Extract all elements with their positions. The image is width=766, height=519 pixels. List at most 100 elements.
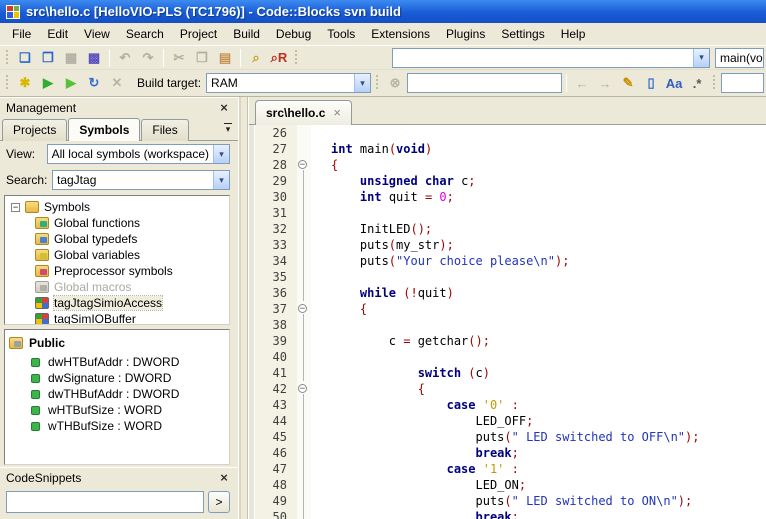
fold-margin[interactable] bbox=[297, 269, 311, 285]
code-line[interactable]: 34 puts("Your choice please\n"); bbox=[249, 253, 766, 269]
menu-tools[interactable]: Tools bbox=[319, 24, 363, 44]
code-line[interactable]: 36 while (!quit) bbox=[249, 285, 766, 301]
fold-margin[interactable] bbox=[297, 509, 311, 519]
close-icon[interactable]: × bbox=[216, 100, 232, 115]
code-text[interactable]: unsigned char c; bbox=[311, 173, 476, 189]
menu-help[interactable]: Help bbox=[553, 24, 594, 44]
fold-margin[interactable] bbox=[297, 317, 311, 333]
tree-item-global-variables[interactable]: Global variables bbox=[5, 247, 229, 263]
code-line[interactable]: 40 bbox=[249, 349, 766, 365]
chevron-down-icon[interactable]: ▾ bbox=[693, 49, 709, 67]
codesnippets-search-input[interactable] bbox=[6, 491, 204, 513]
member-item[interactable]: wHTBufSize : WORD bbox=[5, 402, 229, 418]
code-text[interactable]: puts(my_str); bbox=[311, 237, 454, 253]
code-text[interactable] bbox=[311, 269, 331, 285]
tab-symbols[interactable]: Symbols bbox=[68, 118, 140, 141]
fold-margin[interactable]: − bbox=[297, 157, 311, 173]
incremental-search-input[interactable] bbox=[407, 73, 562, 93]
toolbar-grip[interactable] bbox=[294, 50, 299, 66]
fold-margin[interactable] bbox=[297, 397, 311, 413]
replace-button[interactable]: ⌕R bbox=[268, 48, 290, 68]
code-line[interactable]: 26 bbox=[249, 125, 766, 141]
fold-margin[interactable] bbox=[297, 285, 311, 301]
paste-button[interactable]: ▤ bbox=[214, 48, 236, 68]
chevron-down-icon[interactable]: ▾ bbox=[213, 145, 229, 163]
menu-extensions[interactable]: Extensions bbox=[363, 24, 438, 44]
code-text[interactable]: switch (c) bbox=[311, 365, 490, 381]
code-line[interactable]: 43 case '0' : bbox=[249, 397, 766, 413]
code-line[interactable]: 41 switch (c) bbox=[249, 365, 766, 381]
title-bar[interactable]: src\hello.c [HelloVIO-PLS (TC1796)] - Co… bbox=[0, 0, 766, 23]
code-line[interactable]: 32 InitLED(); bbox=[249, 221, 766, 237]
member-item[interactable]: dwSignature : DWORD bbox=[5, 370, 229, 386]
match-case-button[interactable]: Aa bbox=[663, 73, 685, 93]
code-text[interactable] bbox=[311, 317, 331, 333]
fold-margin[interactable] bbox=[297, 493, 311, 509]
code-text[interactable]: LED_OFF; bbox=[311, 413, 533, 429]
fold-margin[interactable] bbox=[297, 349, 311, 365]
fold-margin[interactable] bbox=[297, 253, 311, 269]
code-line[interactable]: 44 LED_OFF; bbox=[249, 413, 766, 429]
fold-margin[interactable] bbox=[297, 173, 311, 189]
fold-margin[interactable] bbox=[297, 429, 311, 445]
code-line[interactable]: 38 bbox=[249, 317, 766, 333]
code-text[interactable]: int quit = 0; bbox=[311, 189, 454, 205]
code-line[interactable]: 35 bbox=[249, 269, 766, 285]
code-text[interactable]: break; bbox=[311, 509, 519, 519]
code-text[interactable]: InitLED(); bbox=[311, 221, 432, 237]
code-text[interactable] bbox=[311, 205, 331, 221]
save-all-button[interactable]: ▩ bbox=[83, 48, 105, 68]
new-file-button[interactable]: ❏ bbox=[14, 48, 36, 68]
codesnippets-go-button[interactable]: > bbox=[208, 491, 230, 513]
menu-debug[interactable]: Debug bbox=[268, 24, 319, 44]
code-text[interactable]: { bbox=[311, 157, 338, 173]
code-text[interactable]: LED_ON; bbox=[311, 477, 526, 493]
code-line[interactable]: 42− { bbox=[249, 381, 766, 397]
menu-view[interactable]: View bbox=[76, 24, 118, 44]
tab-files[interactable]: Files bbox=[141, 119, 188, 141]
fold-margin[interactable] bbox=[297, 237, 311, 253]
find-button[interactable]: ⌕ bbox=[245, 48, 267, 68]
tab-projects[interactable]: Projects bbox=[2, 119, 67, 141]
editor-tab-hello-c[interactable]: src\hello.c × bbox=[255, 100, 352, 125]
function-combo[interactable]: main(void bbox=[715, 48, 764, 68]
build-and-run-button[interactable]: ▶ bbox=[60, 73, 82, 93]
code-line[interactable]: 33 puts(my_str); bbox=[249, 237, 766, 253]
build-button[interactable]: ✱ bbox=[14, 73, 36, 93]
code-line[interactable]: 48 LED_ON; bbox=[249, 477, 766, 493]
chevron-down-icon[interactable]: ▾ bbox=[354, 74, 370, 92]
tree-item-global-functions[interactable]: Global functions bbox=[5, 215, 229, 231]
code-line[interactable]: 37− { bbox=[249, 301, 766, 317]
tree-item-preprocessor-symbols[interactable]: Preprocessor symbols bbox=[5, 263, 229, 279]
tree-item-global-typedefs[interactable]: Global typedefs bbox=[5, 231, 229, 247]
code-line[interactable]: 45 puts(" LED switched to OFF\n"); bbox=[249, 429, 766, 445]
code-text[interactable]: while (!quit) bbox=[311, 285, 454, 301]
code-text[interactable]: puts(" LED switched to OFF\n"); bbox=[311, 429, 699, 445]
code-line[interactable]: 27int main(void) bbox=[249, 141, 766, 157]
toolbar-grip[interactable] bbox=[375, 75, 380, 91]
fold-marker-icon[interactable]: − bbox=[298, 384, 307, 393]
selected-only-button[interactable]: ▯ bbox=[640, 73, 662, 93]
tree-item-global-macros[interactable]: Global macros bbox=[5, 279, 229, 295]
close-icon[interactable]: × bbox=[216, 470, 232, 485]
secondary-search-input[interactable] bbox=[721, 73, 764, 93]
code-line[interactable]: 50 break; bbox=[249, 509, 766, 519]
code-text[interactable] bbox=[311, 349, 331, 365]
view-combo[interactable]: All local symbols (workspace) ▾ bbox=[47, 144, 230, 164]
code-text[interactable]: break; bbox=[311, 445, 519, 461]
fold-margin[interactable] bbox=[297, 413, 311, 429]
tab-list-button[interactable]: ▾ bbox=[220, 123, 236, 140]
menu-settings[interactable]: Settings bbox=[493, 24, 552, 44]
menu-build[interactable]: Build bbox=[225, 24, 268, 44]
fold-margin[interactable]: − bbox=[297, 301, 311, 317]
code-text[interactable]: case '1' : bbox=[311, 461, 519, 477]
scope-combo[interactable]: ▾ bbox=[392, 48, 710, 68]
code-text[interactable]: { bbox=[311, 301, 367, 317]
tree-item-tagjtagsimioaccess[interactable]: tagJtagSimioAccess bbox=[5, 295, 229, 311]
toolbar-grip[interactable] bbox=[5, 75, 10, 91]
collapse-icon[interactable]: − bbox=[11, 203, 20, 212]
code-text[interactable]: c = getchar(); bbox=[311, 333, 490, 349]
fold-margin[interactable] bbox=[297, 189, 311, 205]
fold-margin[interactable] bbox=[297, 333, 311, 349]
code-line[interactable]: 46 break; bbox=[249, 445, 766, 461]
